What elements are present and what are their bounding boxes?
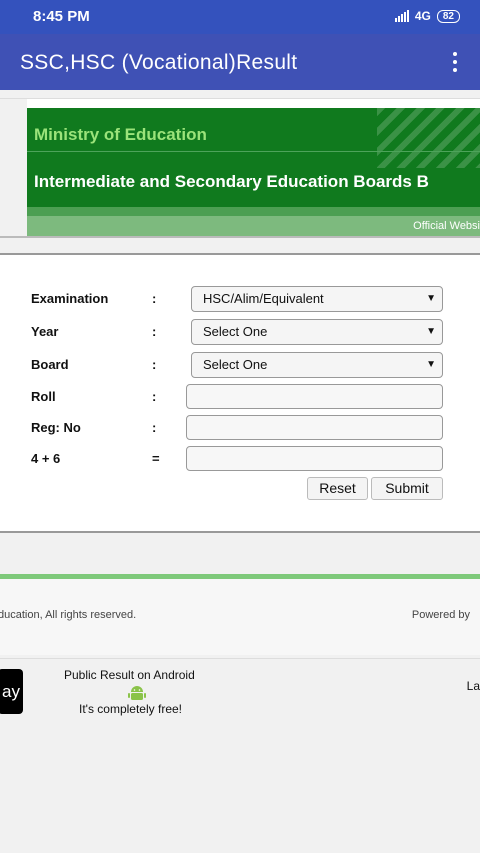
android-icon bbox=[128, 686, 146, 700]
ministry-title: Ministry of Education bbox=[34, 125, 207, 144]
reset-button[interactable]: Reset bbox=[307, 477, 368, 500]
colon: : bbox=[152, 324, 157, 339]
colon: : bbox=[152, 357, 157, 372]
android-promo: ay Public Result on Android It's complet… bbox=[0, 658, 480, 853]
captcha-row: 4 + 6 = bbox=[31, 446, 451, 472]
board-label: Board bbox=[31, 357, 69, 372]
banner-decoration-icon bbox=[377, 108, 480, 168]
board-row: Board : Select One ▼ bbox=[31, 352, 451, 378]
powered-by-text[interactable]: Powered by bbox=[412, 609, 470, 621]
signal-icon bbox=[394, 10, 409, 22]
promo-free-text: It's completely free! bbox=[79, 702, 182, 716]
result-form: Examination : HSC/Alim/Equivalent ▼ Year… bbox=[0, 253, 480, 533]
submit-button[interactable]: Submit bbox=[371, 477, 443, 500]
board-select[interactable]: Select One ▼ bbox=[191, 352, 443, 378]
colon: : bbox=[152, 291, 157, 306]
promo-title[interactable]: Public Result on Android bbox=[64, 668, 195, 682]
examination-label: Examination bbox=[31, 291, 109, 306]
app-title: SSC,HSC (Vocational)Result bbox=[20, 51, 298, 74]
web-content[interactable]: Ministry of Education Intermediate and S… bbox=[0, 90, 480, 853]
app-bar: SSC,HSC (Vocational)Result bbox=[0, 34, 480, 90]
footer: ducation, All rights reserved. Powered b… bbox=[0, 579, 480, 655]
copyright-text: ducation, All rights reserved. bbox=[0, 609, 137, 621]
reg-no-input[interactable] bbox=[186, 415, 443, 440]
examination-value: HSC/Alim/Equivalent bbox=[203, 291, 324, 306]
roll-label: Roll bbox=[31, 389, 56, 404]
reg-no-row: Reg: No : bbox=[31, 415, 451, 441]
status-time: 8:45 PM bbox=[33, 8, 90, 25]
colon: : bbox=[152, 389, 157, 404]
google-play-badge[interactable]: ay bbox=[0, 669, 23, 714]
official-website-strip: Official Websi bbox=[27, 216, 480, 236]
roll-row: Roll : bbox=[31, 384, 451, 410]
examination-select[interactable]: HSC/Alim/Equivalent ▼ bbox=[191, 286, 443, 312]
status-icons: 4G 82 bbox=[394, 9, 460, 23]
year-label: Year bbox=[31, 324, 59, 339]
captcha-input[interactable] bbox=[186, 446, 443, 471]
year-select[interactable]: Select One ▼ bbox=[191, 319, 443, 345]
board-value: Select One bbox=[203, 357, 268, 372]
boards-title: Intermediate and Secondary Education Boa… bbox=[34, 172, 429, 191]
captcha-label: 4 + 6 bbox=[31, 451, 61, 466]
reg-no-label: Reg: No bbox=[31, 420, 81, 435]
year-value: Select One bbox=[203, 324, 268, 339]
dropdown-arrow-icon: ▼ bbox=[426, 359, 436, 370]
dropdown-arrow-icon: ▼ bbox=[426, 293, 436, 304]
colon: : bbox=[152, 420, 157, 435]
header-banner-area: Ministry of Education Intermediate and S… bbox=[0, 98, 480, 238]
overflow-menu-icon[interactable] bbox=[452, 52, 458, 72]
examination-row: Examination : HSC/Alim/Equivalent ▼ bbox=[31, 286, 451, 312]
roll-input[interactable] bbox=[186, 384, 443, 409]
header-banner: Ministry of Education Intermediate and S… bbox=[27, 108, 480, 216]
battery-icon: 82 bbox=[436, 9, 460, 23]
year-row: Year : Select One ▼ bbox=[31, 319, 451, 345]
promo-right-text[interactable]: La bbox=[467, 679, 480, 693]
dropdown-arrow-icon: ▼ bbox=[426, 326, 436, 337]
status-bar: 8:45 PM 4G 82 bbox=[0, 0, 480, 34]
equals-sign: = bbox=[152, 451, 160, 466]
network-type: 4G bbox=[414, 9, 431, 23]
